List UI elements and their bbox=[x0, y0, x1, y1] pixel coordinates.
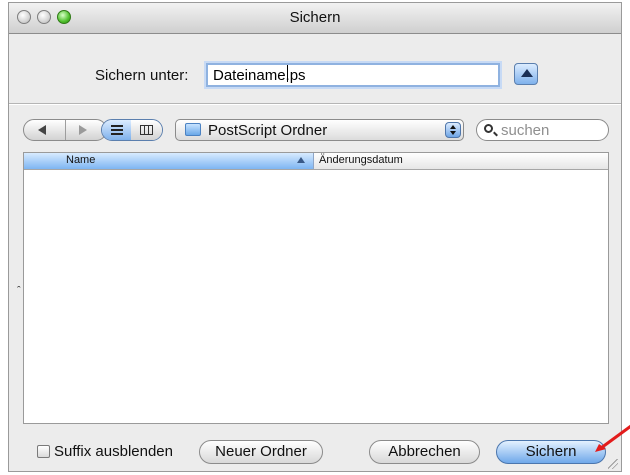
resize-grip-icon[interactable] bbox=[608, 459, 618, 469]
back-arrow-icon bbox=[38, 125, 46, 135]
search-icon bbox=[484, 124, 493, 133]
search-field[interactable]: suchen bbox=[476, 119, 609, 141]
view-mode-buttons bbox=[101, 119, 163, 141]
forward-button[interactable] bbox=[65, 120, 106, 140]
forward-arrow-icon bbox=[79, 125, 87, 135]
dialog-footer: Suffix ausblenden Neuer Ordner Abbrechen… bbox=[9, 440, 621, 464]
file-browser[interactable]: Name Änderungsdatum bbox=[23, 152, 609, 424]
list-view-icon bbox=[111, 125, 123, 135]
section-divider bbox=[9, 103, 621, 105]
save-as-label: Sichern unter: bbox=[95, 67, 189, 84]
location-label: PostScript Ordner bbox=[208, 122, 328, 139]
new-folder-button[interactable]: Neuer Ordner bbox=[199, 440, 323, 464]
filename-field[interactable]: Dateiname.ps bbox=[206, 63, 500, 87]
popup-arrows-icon bbox=[445, 122, 461, 138]
column-header-name-label: Name bbox=[66, 154, 96, 166]
cancel-button[interactable]: Abbrechen bbox=[369, 440, 480, 464]
back-forward-buttons bbox=[23, 119, 107, 141]
location-popup[interactable]: PostScript Ordner bbox=[175, 119, 464, 141]
disclosure-up-icon bbox=[521, 69, 533, 77]
hide-suffix-label: Suffix ausblenden bbox=[54, 443, 173, 460]
folder-icon bbox=[185, 123, 201, 136]
expand-dialog-button[interactable] bbox=[514, 63, 538, 85]
column-view-button[interactable] bbox=[131, 120, 162, 140]
window-title: Sichern bbox=[289, 9, 341, 26]
title-bar[interactable]: Sichern bbox=[9, 3, 621, 34]
list-view-button[interactable] bbox=[102, 120, 133, 140]
hide-suffix-checkbox[interactable] bbox=[37, 445, 50, 458]
column-view-icon bbox=[140, 125, 153, 135]
column-header-name[interactable]: Name bbox=[24, 153, 314, 169]
sidebar-resize-handle[interactable]: ˆ bbox=[17, 285, 21, 297]
text-cursor bbox=[287, 65, 288, 82]
red-arrow-icon bbox=[595, 424, 630, 452]
sort-ascending-icon bbox=[297, 157, 305, 163]
back-button[interactable] bbox=[24, 120, 66, 140]
column-header-modified-date[interactable]: Änderungsdatum bbox=[319, 154, 403, 166]
save-dialog-window: Sichern Sichern unter: Dateiname.ps Post… bbox=[8, 2, 622, 472]
search-placeholder: suchen bbox=[501, 122, 550, 139]
table-header: Name Änderungsdatum bbox=[24, 153, 608, 170]
save-as-row: Sichern unter: Dateiname.ps bbox=[9, 61, 621, 91]
